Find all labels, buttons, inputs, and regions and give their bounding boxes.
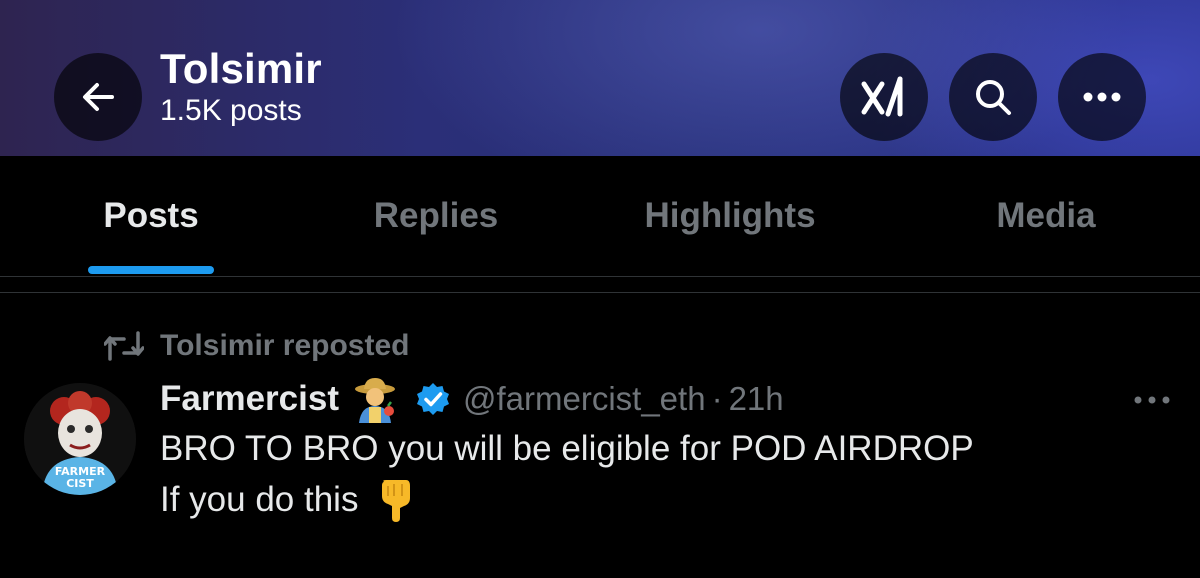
post-text-line-1: BRO TO BRO you will be eligible for POD … bbox=[160, 428, 974, 470]
post-text: If you do this bbox=[160, 480, 359, 519]
avatar[interactable]: FARMER CIST bbox=[24, 383, 136, 495]
verified-badge-icon bbox=[416, 383, 449, 415]
profile-tabs: Posts Replies Highlights Media bbox=[0, 156, 1200, 277]
grok-button[interactable] bbox=[840, 53, 928, 141]
post-timestamp[interactable]: 21h bbox=[729, 380, 784, 418]
avatar-text-2: CIST bbox=[66, 477, 94, 490]
separator-dot: · bbox=[711, 380, 723, 417]
post-more-button[interactable] bbox=[1128, 388, 1176, 412]
pointing-down-emoji-icon bbox=[382, 480, 411, 522]
tab-media[interactable]: Media bbox=[935, 156, 1157, 276]
search-button[interactable] bbox=[949, 53, 1037, 141]
tab-posts[interactable]: Posts bbox=[40, 156, 262, 276]
grok-icon bbox=[861, 76, 903, 117]
profile-name: Tolsimir bbox=[160, 45, 322, 92]
divider bbox=[0, 292, 1200, 293]
tab-replies[interactable]: Replies bbox=[325, 156, 547, 276]
arrow-left-icon bbox=[83, 83, 114, 111]
repost-context[interactable]: Tolsimir reposted bbox=[104, 326, 410, 366]
avatar-image: FARMER CIST bbox=[24, 383, 136, 495]
more-horizontal-icon bbox=[1083, 92, 1121, 102]
back-button[interactable] bbox=[54, 53, 142, 141]
post-count: 1.5K posts bbox=[160, 94, 302, 127]
active-tab-indicator bbox=[88, 266, 214, 274]
profile-header: Tolsimir 1.5K posts bbox=[0, 0, 1200, 156]
search-icon bbox=[976, 80, 1011, 115]
farmer-emoji-icon bbox=[354, 378, 395, 423]
post-author-row: Farmercist @farmercist_eth · 21h bbox=[160, 374, 784, 424]
repost-icon bbox=[104, 331, 144, 361]
more-options-button[interactable] bbox=[1058, 53, 1146, 141]
author-name[interactable]: Farmercist bbox=[160, 379, 339, 419]
tab-highlights[interactable]: Highlights bbox=[600, 156, 860, 276]
post-text: BRO TO BRO you will be eligible for POD … bbox=[160, 429, 974, 468]
more-horizontal-icon bbox=[1134, 396, 1170, 404]
post-text-line-2: If you do this bbox=[160, 478, 416, 522]
repost-label: Tolsimir reposted bbox=[160, 329, 410, 362]
author-handle[interactable]: @farmercist_eth bbox=[463, 380, 706, 418]
